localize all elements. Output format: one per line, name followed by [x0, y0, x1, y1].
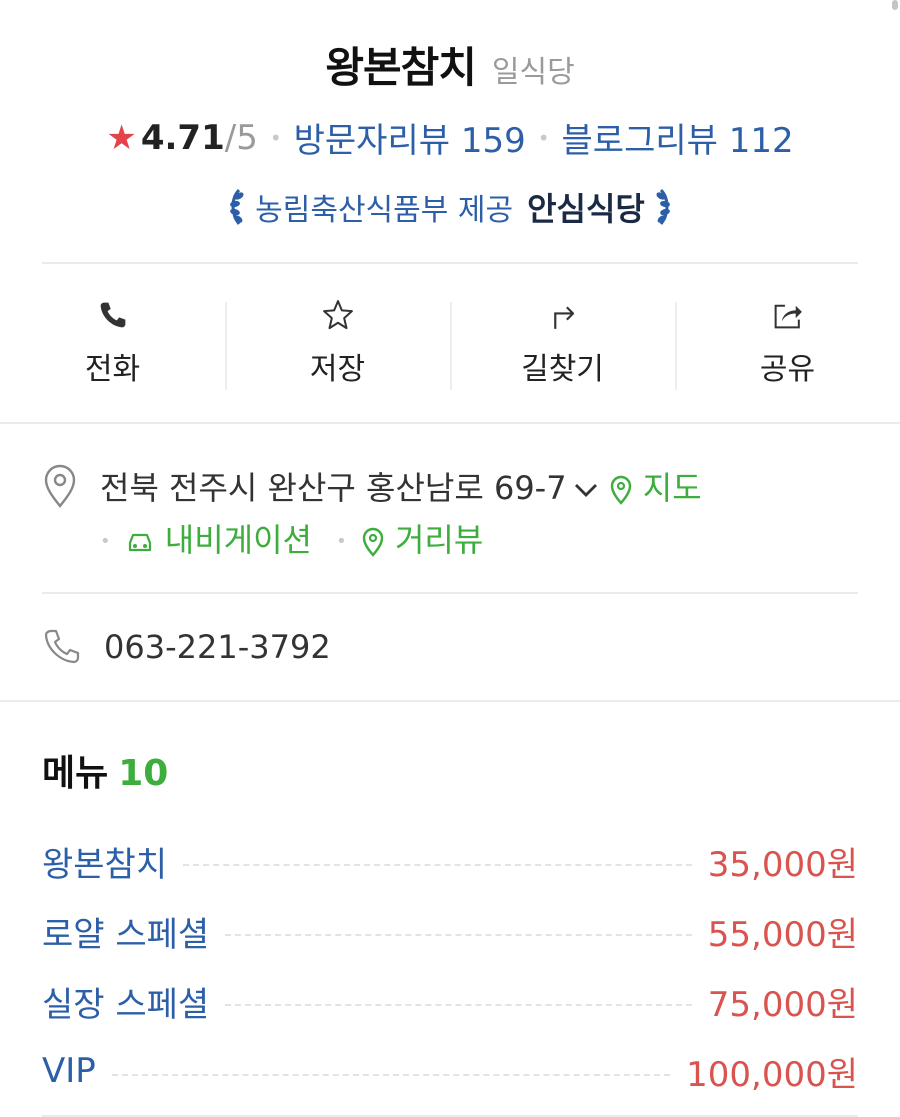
separator-dot: • [269, 125, 282, 150]
menu-item-name: 실장 스페셜 [42, 984, 210, 1025]
rating-max: /5 [224, 117, 258, 158]
call-label: 전화 [84, 352, 141, 387]
menu-list: 왕본참치 35,000원 로얄 스페셜 55,000원 실장 스페셜 75,00… [42, 826, 858, 1106]
address-row: 전북 전주시 완산구 홍산남로 69-7 지도 • 내비게이션 • 거리뷰 [42, 462, 858, 568]
menu-count: 10 [118, 753, 169, 794]
directions-button[interactable]: 길찾기 [450, 298, 675, 390]
phone-row[interactable]: 063-221-3792 [42, 594, 858, 700]
menu-item-price: 100,000원 [686, 1054, 858, 1095]
navigation-label: 내비게이션 [164, 521, 312, 559]
map-link[interactable]: 지도 [609, 469, 702, 507]
menu-item-name: VIP [42, 1051, 96, 1091]
save-button[interactable]: 저장 [225, 298, 450, 390]
directions-label: 길찾기 [521, 352, 604, 387]
place-category: 일식당 [491, 55, 575, 90]
navigation-link[interactable]: 내비게이션 [125, 521, 312, 559]
separator-dot: • [100, 531, 111, 552]
phone-number: 063-221-3792 [104, 628, 331, 666]
chevron-down-icon[interactable] [573, 479, 599, 501]
menu-item[interactable]: 로얄 스페셜 55,000원 [42, 896, 858, 966]
call-button[interactable]: 전화 [0, 298, 225, 388]
dotted-leader [225, 934, 692, 936]
menu-item[interactable]: 왕본참치 35,000원 [42, 826, 858, 896]
menu-item-name: 왕본참치 [42, 844, 168, 885]
streetview-label: 거리뷰 [394, 521, 484, 559]
menu-item[interactable]: VIP 100,000원 [42, 1036, 858, 1106]
rating-star-icon: ★ [106, 117, 137, 158]
visitor-reviews-link[interactable]: 방문자리뷰 159 [294, 113, 526, 162]
info-section: 전북 전주시 완산구 홍산남로 69-7 지도 • 내비게이션 • 거리뷰 06… [0, 424, 900, 700]
save-label: 저장 [309, 352, 366, 387]
share-button[interactable]: 공유 [675, 298, 900, 390]
dotted-leader [111, 1074, 671, 1076]
safe-restaurant-badge[interactable]: 농림축산식품부 제공 안심식당 [0, 184, 900, 230]
dotted-leader [183, 864, 692, 866]
blog-reviews-link[interactable]: 블로그리뷰 112 [562, 113, 794, 162]
menu-item-price: 35,000원 [707, 844, 858, 885]
streetview-pin-icon [362, 527, 383, 557]
location-pin-icon [44, 464, 76, 508]
rating-score: 4.71 [140, 117, 225, 158]
menu-item-price: 55,000원 [707, 914, 858, 955]
separator-dot: • [336, 531, 347, 552]
streetview-link[interactable]: 거리뷰 [361, 521, 484, 559]
menu-item-price: 75,000원 [707, 984, 858, 1025]
share-icon [774, 304, 802, 329]
address-text: 전북 전주시 완산구 홍산남로 69-7 [100, 469, 567, 507]
place-title: 왕본참치 [325, 43, 477, 92]
map-pin-icon [610, 475, 631, 505]
laurel-left-icon [230, 188, 244, 225]
menu-heading: 메뉴 10 [42, 744, 858, 796]
place-header: 왕본참치 일식당 ★ 4.71 /5 • 방문자리뷰 159 • 블로그리뷰 1… [0, 0, 900, 230]
menu-section: 메뉴 10 왕본참치 35,000원 로얄 스페셜 55,000원 실장 스페셜 … [0, 702, 900, 1106]
phone-outline-icon [44, 629, 80, 664]
menu-title: 메뉴 [42, 753, 109, 794]
menu-item[interactable]: 실장 스페셜 75,000원 [42, 966, 858, 1036]
star-outline-icon [322, 300, 353, 330]
map-label: 지도 [642, 469, 702, 507]
rating-row: ★ 4.71 /5 • 방문자리뷰 159 • 블로그리뷰 112 [0, 113, 900, 162]
safe-label: 안심식당 [527, 190, 645, 228]
directions-icon [553, 306, 574, 329]
car-icon [128, 533, 151, 552]
share-label: 공유 [759, 352, 816, 387]
laurel-right-icon [656, 188, 670, 225]
dotted-leader [225, 1004, 692, 1006]
phone-icon [100, 302, 125, 328]
safe-provider-text: 농림축산식품부 제공 [255, 193, 514, 228]
separator-dot: • [537, 125, 550, 150]
menu-item-name: 로얄 스페셜 [42, 914, 210, 955]
action-bar: 전화 저장 길찾기 공유 [0, 264, 900, 422]
scroll-indicator [892, 0, 898, 10]
